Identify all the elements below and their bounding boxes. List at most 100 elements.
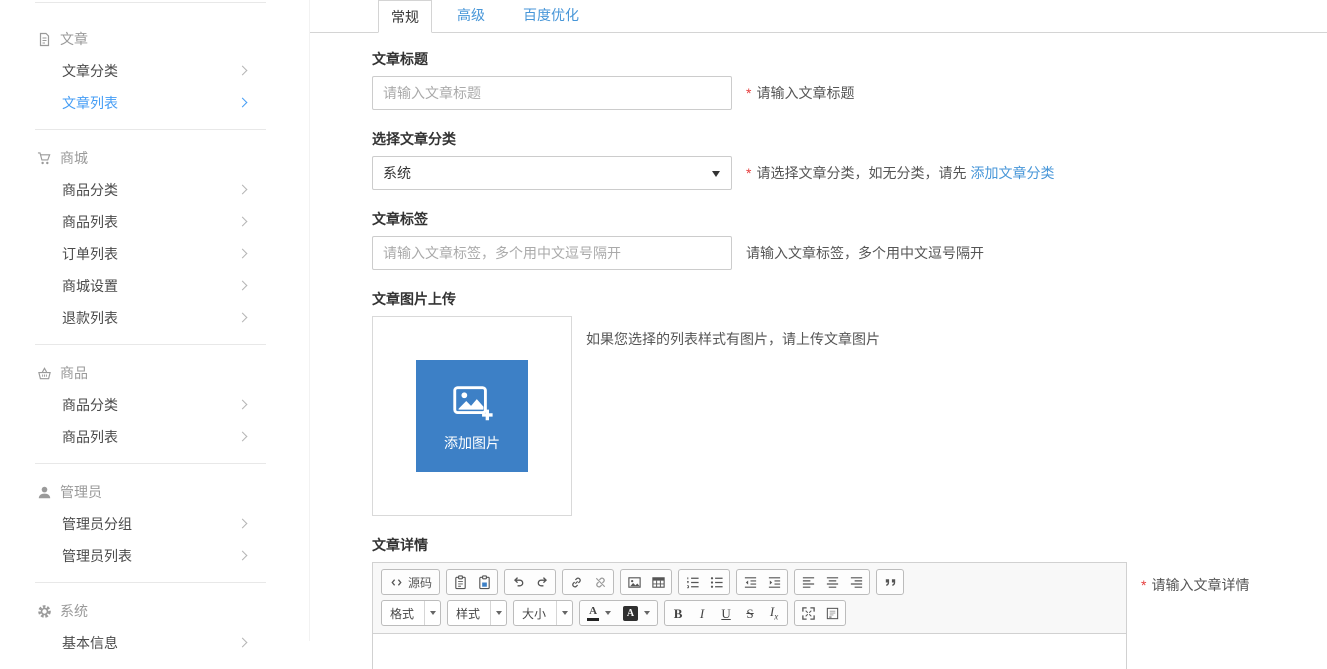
link-button[interactable] (564, 571, 588, 594)
goods-icon (37, 366, 52, 381)
form: 文章标题 *请输入文章标题 选择文章分类 系统 *请选择文章分类，如无分类，请先… (310, 33, 1327, 669)
sidebar-item-goods-list[interactable]: 商品列表 (35, 421, 266, 453)
strikethrough-button[interactable]: S (738, 602, 762, 625)
sidebar-item-label: 商品列表 (62, 429, 118, 445)
sidebar-item-label: 商城设置 (62, 278, 118, 294)
background-color-icon: A (623, 606, 638, 621)
undo-icon (511, 575, 526, 590)
sidebar-section-admin: 管理员 管理员分组 管理员列表 (35, 463, 266, 582)
chevron-right-icon (238, 400, 248, 410)
style-combo[interactable]: 样式 (447, 600, 507, 626)
sidebar-group-goods[interactable]: 商品 (35, 357, 266, 389)
chevron-right-icon (238, 217, 248, 227)
show-blocks-button[interactable] (820, 602, 844, 625)
background-color-button[interactable]: A (617, 602, 656, 625)
outdent-button[interactable] (738, 571, 762, 594)
toolbar-group-lists (678, 569, 730, 595)
maximize-icon (801, 606, 816, 621)
required-mark: * (746, 85, 751, 101)
ordered-list-button[interactable] (680, 571, 704, 594)
indent-button[interactable] (762, 571, 786, 594)
blockquote-button[interactable] (878, 571, 902, 594)
article-title-label: 文章标题 (372, 50, 1327, 68)
sidebar-item-admin-group[interactable]: 管理员分组 (35, 508, 266, 540)
align-left-button[interactable] (796, 571, 820, 594)
align-center-button[interactable] (820, 571, 844, 594)
article-title-input[interactable] (372, 76, 732, 110)
article-tags-input[interactable] (372, 236, 732, 270)
source-button[interactable]: 源码 (383, 571, 438, 594)
sidebar-item-refund-list[interactable]: 退款列表 (35, 302, 266, 334)
sidebar-item-label: 文章列表 (62, 95, 118, 111)
combo-arrow (424, 601, 440, 625)
article-tags-hint: 请输入文章标签，多个用中文逗号隔开 (746, 243, 984, 263)
size-combo[interactable]: 大小 (513, 600, 573, 626)
maximize-button[interactable] (796, 602, 820, 625)
format-combo[interactable]: 格式 (381, 600, 441, 626)
add-category-link[interactable]: 添加文章分类 (970, 165, 1054, 181)
sidebar-section-goods: 商品 商品分类 商品列表 (35, 344, 266, 463)
sidebar-item-mall-goods-category[interactable]: 商品分类 (35, 174, 266, 206)
sidebar-item-basic-info[interactable]: 基本信息 (35, 627, 266, 659)
redo-icon (535, 575, 550, 590)
admin-icon (37, 485, 52, 500)
add-image-label: 添加图片 (444, 433, 500, 453)
add-image-button[interactable]: 添加图片 (416, 360, 528, 472)
article-category-select[interactable]: 系统 (372, 156, 732, 190)
paste-icon (453, 575, 468, 590)
indent-icon (767, 575, 782, 590)
text-color-button[interactable]: A (581, 602, 617, 625)
underline-button[interactable]: U (714, 602, 738, 625)
sidebar-item-article-category[interactable]: 文章分类 (35, 55, 266, 87)
chevron-right-icon (238, 185, 248, 195)
redo-button[interactable] (530, 571, 554, 594)
align-center-icon (825, 575, 840, 590)
tab-baidu-seo[interactable]: 百度优化 (510, 0, 592, 32)
chevron-right-icon (238, 281, 248, 291)
bulleted-list-button[interactable] (704, 571, 728, 594)
unlink-button[interactable] (588, 571, 612, 594)
show-blocks-icon (825, 606, 840, 621)
sidebar-item-mall-settings[interactable]: 商城设置 (35, 270, 266, 302)
size-combo-label: 大小 (514, 605, 556, 622)
chevron-right-icon (238, 66, 248, 76)
remove-format-button[interactable]: Ix (762, 602, 786, 625)
sidebar-section-article: 文章 文章分类 文章列表 (35, 2, 266, 129)
select-caret-icon (712, 171, 720, 177)
paste-button[interactable] (448, 571, 472, 594)
insert-image-icon (627, 575, 642, 590)
editor-content-area[interactable] (373, 634, 1126, 669)
insert-table-icon (651, 575, 666, 590)
sidebar-item-article-list[interactable]: 文章列表 (35, 87, 266, 119)
sidebar-group-system[interactable]: 系统 (35, 595, 266, 627)
sidebar-item-order-list[interactable]: 订单列表 (35, 238, 266, 270)
sidebar-item-label: 退款列表 (62, 310, 118, 326)
sidebar-group-admin[interactable]: 管理员 (35, 476, 266, 508)
editor-toolbar: 源码 (373, 563, 1126, 634)
insert-table-button[interactable] (646, 571, 670, 594)
sidebar-group-article[interactable]: 文章 (35, 23, 266, 55)
chevron-right-icon (238, 313, 248, 323)
bulleted-list-icon (709, 575, 724, 590)
italic-button[interactable]: I (690, 602, 714, 625)
tab-general[interactable]: 常规 (378, 0, 432, 33)
toolbar-group-source: 源码 (381, 569, 440, 595)
blockquote-icon (883, 575, 898, 590)
chevron-right-icon (238, 249, 248, 259)
format-combo-label: 格式 (382, 605, 424, 622)
toolbar-group-tools (794, 600, 846, 626)
paste-from-word-button[interactable] (472, 571, 496, 594)
bold-button[interactable]: B (666, 602, 690, 625)
tab-advanced[interactable]: 高级 (444, 0, 498, 32)
sidebar-item-mall-goods-list[interactable]: 商品列表 (35, 206, 266, 238)
insert-image-button[interactable] (622, 571, 646, 594)
sidebar-item-admin-list[interactable]: 管理员列表 (35, 540, 266, 572)
sidebar-item-goods-category[interactable]: 商品分类 (35, 389, 266, 421)
article-image-field: 文章图片上传 添加图片 如果您选择的列表样式有图片，请上传文章图片 (372, 290, 1327, 516)
align-left-icon (801, 575, 816, 590)
required-mark: * (746, 165, 751, 181)
undo-button[interactable] (506, 571, 530, 594)
article-tags-field: 文章标签 请输入文章标签，多个用中文逗号隔开 (372, 210, 1327, 270)
sidebar-group-mall[interactable]: 商城 (35, 142, 266, 174)
align-right-button[interactable] (844, 571, 868, 594)
